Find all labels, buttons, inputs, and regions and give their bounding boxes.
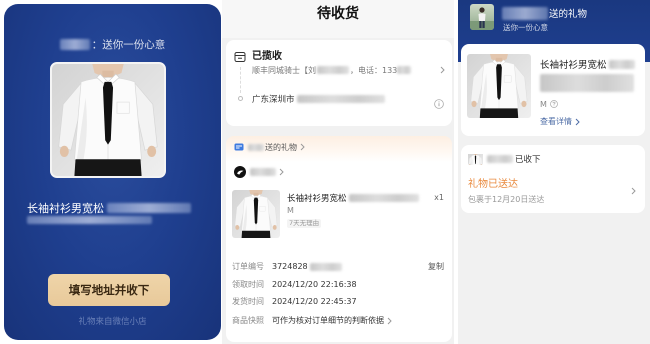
chevron-right-icon: [300, 143, 305, 151]
chevron-right-icon[interactable]: [631, 187, 636, 195]
package-icon: [234, 51, 246, 63]
route-connector: [240, 67, 241, 93]
gift-detail-panel: 送的礼物 送你一份心意 长袖衬衫男宽松 M 查看详情 已收下 礼物已送达 包裹于…: [458, 0, 650, 344]
gift-product-card[interactable]: 长袖衬衫男宽松 M 查看详情: [461, 44, 645, 136]
gift-source-row[interactable]: 送的礼物: [234, 142, 305, 152]
shirt-photo: [467, 54, 531, 118]
gift-detail-subtitle-text: 送你一份心意: [503, 22, 548, 32]
claim-time-row: 领取时间 2024/12/20 22:16:38: [232, 279, 446, 291]
invite-product-image: [50, 62, 166, 178]
gift-detail-title: 送的礼物: [502, 6, 587, 20]
shop-row[interactable]: [234, 166, 284, 178]
invite-product-name: 长袖衬衫男宽松: [27, 202, 104, 215]
delivery-address: 广东深圳市: [252, 93, 385, 105]
address-text: 广东深圳市: [252, 94, 295, 105]
product-snapshot-value: 可作为核对订单细节的判断依据: [272, 316, 384, 325]
invite-product-title: 长袖衬衫男宽松: [27, 201, 191, 215]
delivery-status-card[interactable]: 已收下 礼物已送达 包裹于12月20日送达: [461, 145, 645, 213]
product-snapshot-row[interactable]: 商品快照 可作为核对订单细节的判断依据: [232, 315, 446, 327]
shirt-photo: [468, 153, 483, 165]
invite-greeting: ：送你一份心意: [4, 37, 221, 51]
gift-invite-panel: ：送你一份心意 长袖衬衫男宽松 填写地址并收下 礼物来自微信小店: [4, 4, 221, 340]
chevron-right-icon: [387, 317, 392, 325]
product-title-redacted: [107, 203, 191, 213]
logistics-card[interactable]: 已揽收 顺丰同城骑士【刘 ，电话：133 广东深圳市: [226, 40, 452, 126]
shop-name-redacted: [250, 168, 276, 176]
shirt-photo: [232, 190, 280, 238]
address-redacted: [296, 94, 385, 103]
gift-product-name: 长袖衬衫男宽松: [540, 60, 607, 71]
product-title-redacted: [608, 59, 635, 69]
sender-name-redacted: [59, 38, 90, 50]
order-product-image[interactable]: [232, 190, 280, 238]
view-details-text: 查看详情: [540, 117, 572, 126]
delivery-note: 包裹于12月20日送达: [468, 195, 545, 204]
pending-receipt-panel: 待收货 已揽收 顺丰同城骑士【刘 ，电话：133 广东深圳市 送的礼物 长袖衬衫…: [222, 0, 454, 344]
copy-order-number-button[interactable]: 复制: [428, 261, 444, 273]
chevron-right-icon: [575, 118, 580, 126]
screenshot-stage: ：送你一份心意 长袖衬衫男宽松 填写地址并收下 礼物来自微信小店 待收货 已揽收…: [0, 0, 650, 344]
order-size: M: [287, 206, 294, 215]
info-icon[interactable]: [434, 99, 444, 109]
route-dot-icon: [238, 96, 243, 101]
order-number-row: 订单编号 3724828: [232, 261, 446, 273]
order-product-name: 长袖衬衫男宽松: [287, 193, 347, 204]
person-photo: [470, 4, 494, 30]
courier-phone: ，电话：133: [350, 65, 398, 75]
view-details-link[interactable]: 查看详情: [540, 116, 580, 127]
gift-order-card: 送的礼物 长袖衬衫男宽松 x1 M 7天无理由 订单编号 3724828 复制 …: [226, 136, 452, 342]
product-desc-redacted: [540, 74, 634, 92]
receiver-status: 已收下: [515, 154, 541, 165]
receiver-thumbnail: [468, 152, 483, 165]
gift-product-size: M: [540, 99, 558, 109]
invite-footer: 礼物来自微信小店: [78, 317, 147, 327]
gift-product-image[interactable]: [467, 54, 531, 118]
courier-info: 顺丰同城骑士【刘 ，电话：133: [252, 65, 412, 75]
gift-product-title: 长袖衬衫男宽松: [540, 58, 635, 71]
order-number-label: 订单编号: [232, 262, 264, 271]
invite-greeting-text: ：送你一份心意: [91, 38, 166, 51]
product-snapshot-label: 商品快照: [232, 316, 264, 325]
sender-name-redacted: [248, 143, 264, 151]
gift-detail-title-text: 送的礼物: [549, 9, 588, 20]
phone-redacted: [397, 66, 412, 74]
sender-name-redacted: [502, 6, 548, 20]
order-number-value: 3724828: [272, 262, 308, 271]
delivery-status: 礼物已送达: [468, 179, 518, 190]
ship-time-label: 发货时间: [232, 297, 264, 306]
courier-name-redacted: [317, 66, 349, 74]
shop-logo-icon: [234, 166, 246, 178]
claim-time-value: 2024/12/20 22:16:38: [272, 280, 357, 289]
courier-name: 顺丰同城骑士【刘: [252, 65, 316, 75]
order-product-title[interactable]: 长袖衬衫男宽松: [287, 192, 419, 204]
gift-source-text: 送的礼物: [265, 142, 297, 152]
gift-detail-subtitle: 送你一份心意: [503, 22, 548, 32]
help-circle-icon[interactable]: [550, 100, 558, 108]
order-quantity: x1: [434, 193, 444, 202]
product-spec-redacted: [27, 216, 152, 224]
ship-time-value: 2024/12/20 22:45:37: [272, 297, 357, 306]
gift-card-icon: [234, 143, 244, 151]
logistics-status: 已揽收: [252, 51, 282, 62]
gift-size-text: M: [540, 99, 547, 109]
fill-address-accept-button[interactable]: 填写地址并收下: [48, 274, 170, 306]
return-policy-tag: 7天无理由: [287, 219, 322, 228]
ship-time-row: 发货时间 2024/12/20 22:45:37: [232, 296, 446, 308]
page-title: 待收货: [317, 6, 359, 22]
chevron-right-icon: [279, 168, 284, 176]
receiver-row: 已收下: [487, 153, 541, 165]
chevron-right-icon[interactable]: [440, 66, 445, 74]
shirt-photo: [52, 64, 164, 176]
product-title-redacted: [348, 193, 419, 202]
claim-time-label: 领取时间: [232, 280, 264, 289]
order-number-redacted: [309, 263, 342, 271]
sender-avatar: [470, 4, 494, 30]
receiver-name-redacted: [487, 154, 513, 163]
